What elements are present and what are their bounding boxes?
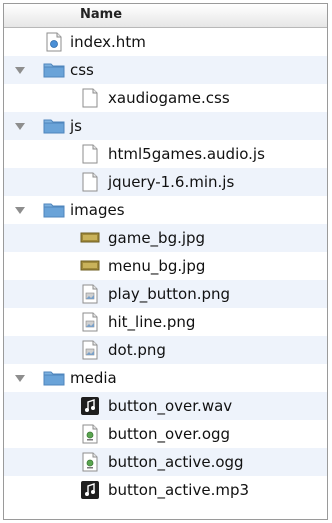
file-row[interactable]: button_active.mp3: [4, 476, 327, 504]
item-label: html5games.audio.js: [108, 145, 265, 163]
item-label: button_over.ogg: [108, 425, 231, 443]
folder-row[interactable]: images: [4, 196, 327, 224]
item-label: media: [70, 369, 117, 387]
folder-icon: [43, 60, 65, 82]
document-icon: [79, 172, 101, 196]
folder-icon: [43, 200, 65, 222]
file-row[interactable]: button_active.ogg: [4, 448, 327, 476]
item-label: xaudiogame.css: [108, 89, 230, 107]
item-label: game_bg.jpg: [108, 229, 206, 247]
disclosure-triangle-icon[interactable]: [15, 207, 25, 214]
file-row[interactable]: button_over.wav: [4, 392, 327, 420]
item-label: images: [70, 201, 125, 219]
disclosure-triangle-icon[interactable]: [15, 375, 25, 382]
document-icon: [79, 88, 101, 112]
name-column-label: Name: [80, 7, 123, 22]
jpg-file-icon: [79, 228, 101, 250]
audio-file-icon: [79, 396, 101, 420]
item-label: menu_bg.jpg: [108, 257, 206, 275]
file-row[interactable]: dot.png: [4, 336, 327, 364]
file-row[interactable]: index.htm: [4, 28, 327, 56]
file-row[interactable]: menu_bg.jpg: [4, 252, 327, 280]
item-label: button_active.mp3: [108, 481, 250, 499]
folder-icon: [43, 116, 65, 138]
png-file-icon: [79, 340, 101, 364]
disclosure-triangle-icon[interactable]: [15, 123, 25, 130]
column-header[interactable]: Name: [4, 4, 327, 28]
item-label: hit_line.png: [108, 313, 196, 331]
ogg-file-icon: [79, 424, 101, 448]
item-label: dot.png: [108, 341, 166, 359]
disclosure-triangle-icon[interactable]: [15, 67, 25, 74]
item-label: css: [70, 61, 94, 79]
png-file-icon: [79, 312, 101, 336]
item-label: jquery-1.6.min.js: [108, 173, 235, 191]
file-row[interactable]: play_button.png: [4, 280, 327, 308]
item-label: button_active.ogg: [108, 453, 244, 471]
folder-row[interactable]: css: [4, 56, 327, 84]
folder-icon: [43, 368, 65, 390]
png-file-icon: [79, 284, 101, 308]
file-rows: index.htm css xaudiogame.css js html5games.a…: [4, 28, 327, 504]
html-file-icon: [43, 32, 65, 56]
file-row[interactable]: game_bg.jpg: [4, 224, 327, 252]
item-label: button_over.wav: [108, 397, 233, 415]
file-row[interactable]: xaudiogame.css: [4, 84, 327, 112]
file-row[interactable]: jquery-1.6.min.js: [4, 168, 327, 196]
item-label: js: [70, 117, 82, 135]
folder-row[interactable]: media: [4, 364, 327, 392]
item-label: index.htm: [70, 33, 146, 51]
document-icon: [79, 144, 101, 168]
jpg-file-icon: [79, 256, 101, 278]
audio-file-icon: [79, 480, 101, 504]
ogg-file-icon: [79, 452, 101, 476]
file-row[interactable]: html5games.audio.js: [4, 140, 327, 168]
finder-file-list: Name index.htm css xaudiogame.css js html5ga…: [3, 3, 328, 520]
file-row[interactable]: button_over.ogg: [4, 420, 327, 448]
file-row[interactable]: hit_line.png: [4, 308, 327, 336]
item-label: play_button.png: [108, 285, 231, 303]
folder-row[interactable]: js: [4, 112, 327, 140]
